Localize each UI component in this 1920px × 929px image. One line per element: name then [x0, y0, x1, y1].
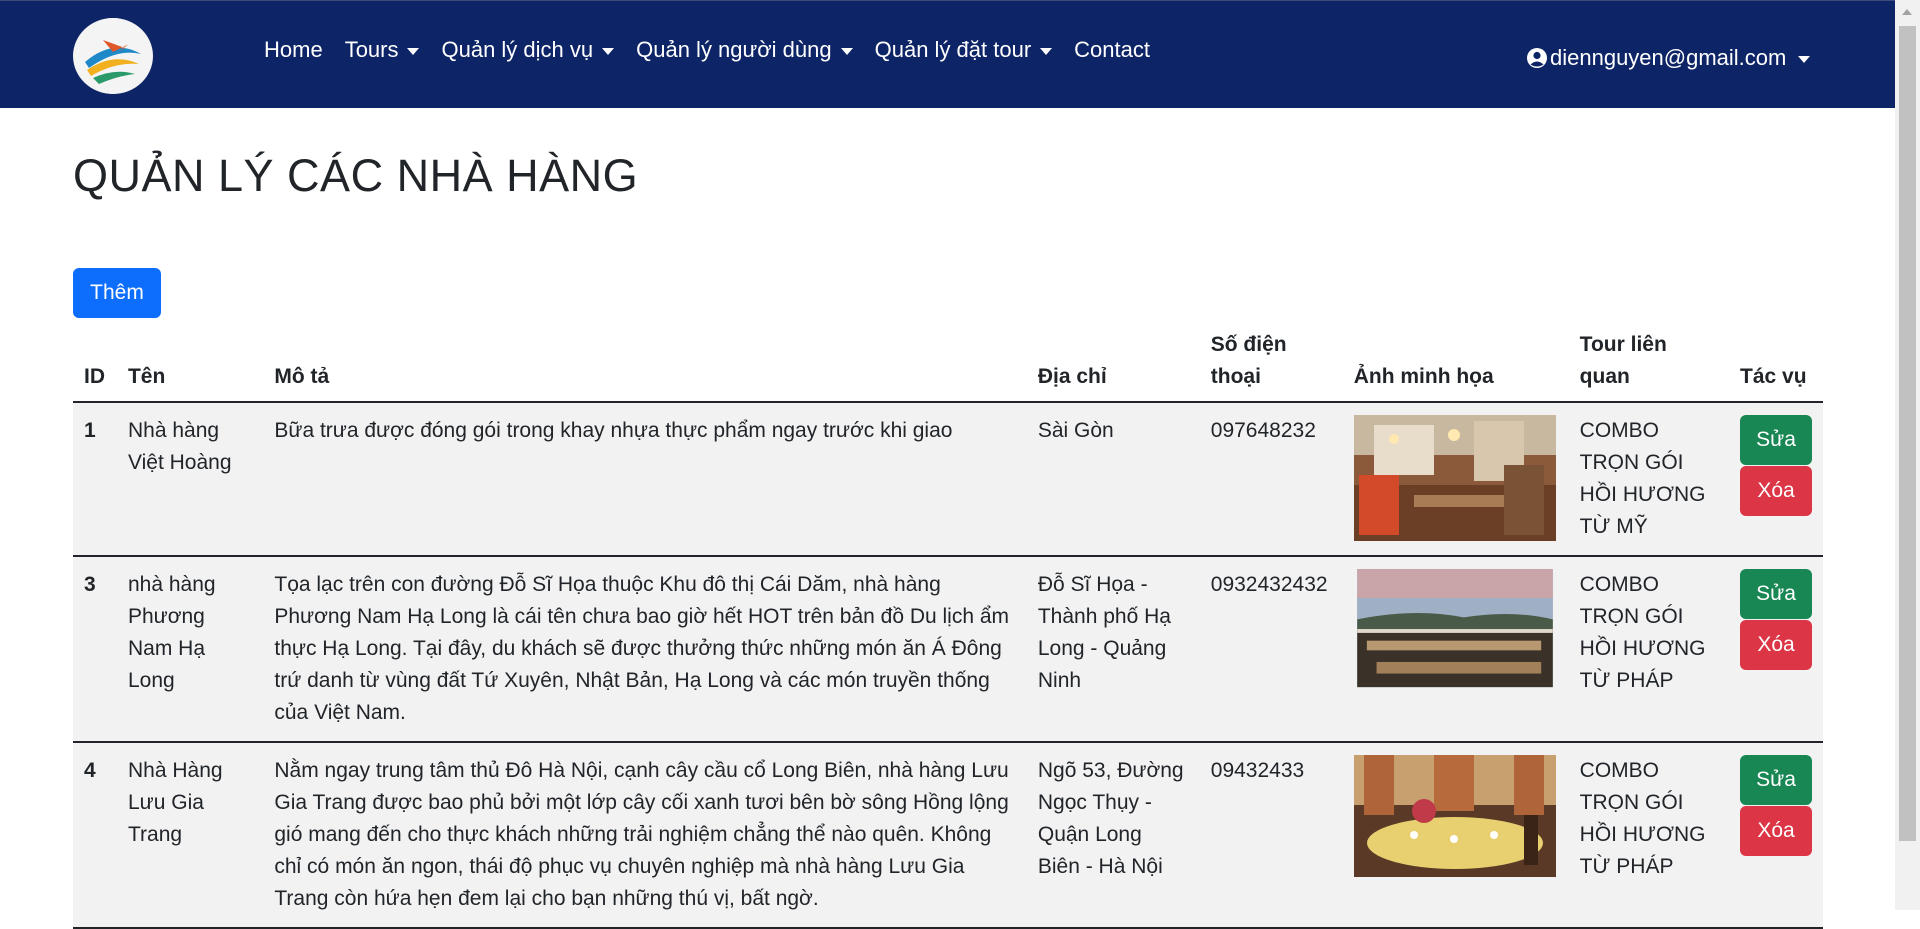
nav-tours-dropdown[interactable]: Tours [345, 37, 420, 63]
row-name: Nhà hàng Việt Hoàng [116, 402, 264, 557]
page-scrollbar[interactable] [1895, 0, 1920, 910]
row-image-cell [1342, 402, 1569, 557]
nav-contact[interactable]: Contact [1074, 37, 1150, 63]
nav-user-management-dropdown[interactable]: Quản lý người dùng [636, 37, 853, 63]
nav-service-management-dropdown[interactable]: Quản lý dịch vụ [441, 37, 615, 63]
chevron-down-icon [1798, 55, 1811, 63]
edit-button[interactable]: Sửa [1740, 569, 1812, 619]
chevron-down-icon [407, 47, 420, 55]
edit-button[interactable]: Sửa [1740, 755, 1812, 805]
header-address: Địa chỉ [1026, 325, 1200, 403]
row-phone: 097648232 [1199, 402, 1343, 557]
restaurant-terrace-photo [1356, 569, 1553, 688]
nav-home[interactable]: Home [264, 37, 323, 63]
main-nav: Home Tours Quản lý dịch vụ Quản lý người… [264, 37, 1172, 63]
chevron-down-icon [840, 47, 853, 55]
restaurant-interior-photo [1353, 415, 1556, 541]
user-circle-icon [1527, 48, 1547, 68]
nav-contact-label: Contact [1074, 37, 1150, 62]
row-id: 4 [73, 742, 117, 929]
table-row: 1 Nhà hàng Việt Hoàng Bữa trưa được đóng… [73, 402, 1823, 557]
row-phone: 09432433 [1199, 742, 1343, 929]
header-actions: Tác vụ [1729, 325, 1823, 403]
chevron-down-icon [602, 47, 615, 55]
row-actions: Sửa Xóa [1729, 742, 1823, 929]
user-email: diennguyen@gmail.com [1550, 45, 1787, 70]
row-actions: Sửa Xóa [1729, 556, 1823, 743]
row-phone: 0932432432 [1199, 556, 1343, 743]
add-restaurant-button[interactable]: Thêm [73, 268, 161, 318]
table-row: 4 Nhà Hàng Lưu Gia Trang Nằm ngay trung … [73, 742, 1823, 929]
row-id: 1 [73, 402, 117, 557]
row-description: Tọa lạc trên con đường Đỗ Sĩ Họa thuộc K… [263, 556, 1027, 743]
row-name: Nhà Hàng Lưu Gia Trang [116, 742, 264, 929]
row-address: Đỗ Sĩ Họa - Thành phố Hạ Long - Quảng Ni… [1026, 556, 1200, 743]
row-tour: COMBO TRỌN GÓI HỒI HƯƠNG TỪ MỸ [1568, 402, 1729, 557]
top-navbar: Home Tours Quản lý dịch vụ Quản lý người… [0, 0, 1895, 108]
row-actions: Sửa Xóa [1729, 402, 1823, 557]
row-name: nhà hàng Phương Nam Hạ Long [116, 556, 264, 743]
row-description: Nằm ngay trung tâm thủ Đô Hà Nội, cạnh c… [263, 742, 1027, 929]
row-address: Sài Gòn [1026, 402, 1200, 557]
table-row: 3 nhà hàng Phương Nam Hạ Long Tọa lạc tr… [73, 556, 1823, 743]
scrollbar-thumb[interactable] [1899, 26, 1916, 841]
restaurant-table: ID Tên Mô tả Địa chỉ Số điện thoại Ảnh m… [73, 325, 1823, 929]
delete-button[interactable]: Xóa [1740, 806, 1812, 856]
row-description: Bữa trưa được đóng gói trong khay nhựa t… [263, 402, 1027, 557]
page-title: QUẢN LÝ CÁC NHÀ HÀNG [73, 150, 639, 201]
header-name: Tên [116, 325, 264, 403]
nav-booking-management-label: Quản lý đặt tour [874, 37, 1032, 62]
nav-home-label: Home [264, 37, 323, 62]
table-header-row: ID Tên Mô tả Địa chỉ Số điện thoại Ảnh m… [73, 325, 1823, 403]
delete-button[interactable]: Xóa [1740, 466, 1812, 516]
header-description: Mô tả [263, 325, 1027, 403]
row-tour: COMBO TRỌN GÓI HỒI HƯƠNG TỪ PHÁP [1568, 556, 1729, 743]
nav-booking-management-dropdown[interactable]: Quản lý đặt tour [875, 37, 1053, 63]
row-address: Ngõ 53, Đường Ngọc Thụy - Quận Long Biên… [1026, 742, 1200, 929]
scroll-up-arrow-icon[interactable] [1902, 9, 1912, 15]
nav-tours-label: Tours [344, 37, 399, 62]
nav-user-management-label: Quản lý người dùng [636, 37, 832, 62]
row-image-cell [1342, 556, 1569, 743]
chevron-down-icon [1040, 47, 1053, 55]
header-id: ID [73, 325, 117, 403]
row-id: 3 [73, 556, 117, 743]
nav-service-management-label: Quản lý dịch vụ [441, 37, 594, 62]
user-account-dropdown[interactable]: diennguyen@gmail.com [1526, 45, 1811, 71]
header-image: Ảnh minh họa [1342, 325, 1569, 403]
edit-button[interactable]: Sửa [1740, 415, 1812, 465]
brand-logo[interactable] [73, 18, 153, 94]
header-tour: Tour liên quan [1568, 325, 1729, 403]
row-image-cell [1342, 742, 1569, 929]
banquet-table-photo [1353, 755, 1556, 877]
row-tour: COMBO TRỌN GÓI HỒI HƯƠNG TỪ PHÁP [1568, 742, 1729, 929]
logo-icon [75, 18, 151, 94]
delete-button[interactable]: Xóa [1740, 620, 1812, 670]
header-phone: Số điện thoại [1199, 325, 1343, 403]
